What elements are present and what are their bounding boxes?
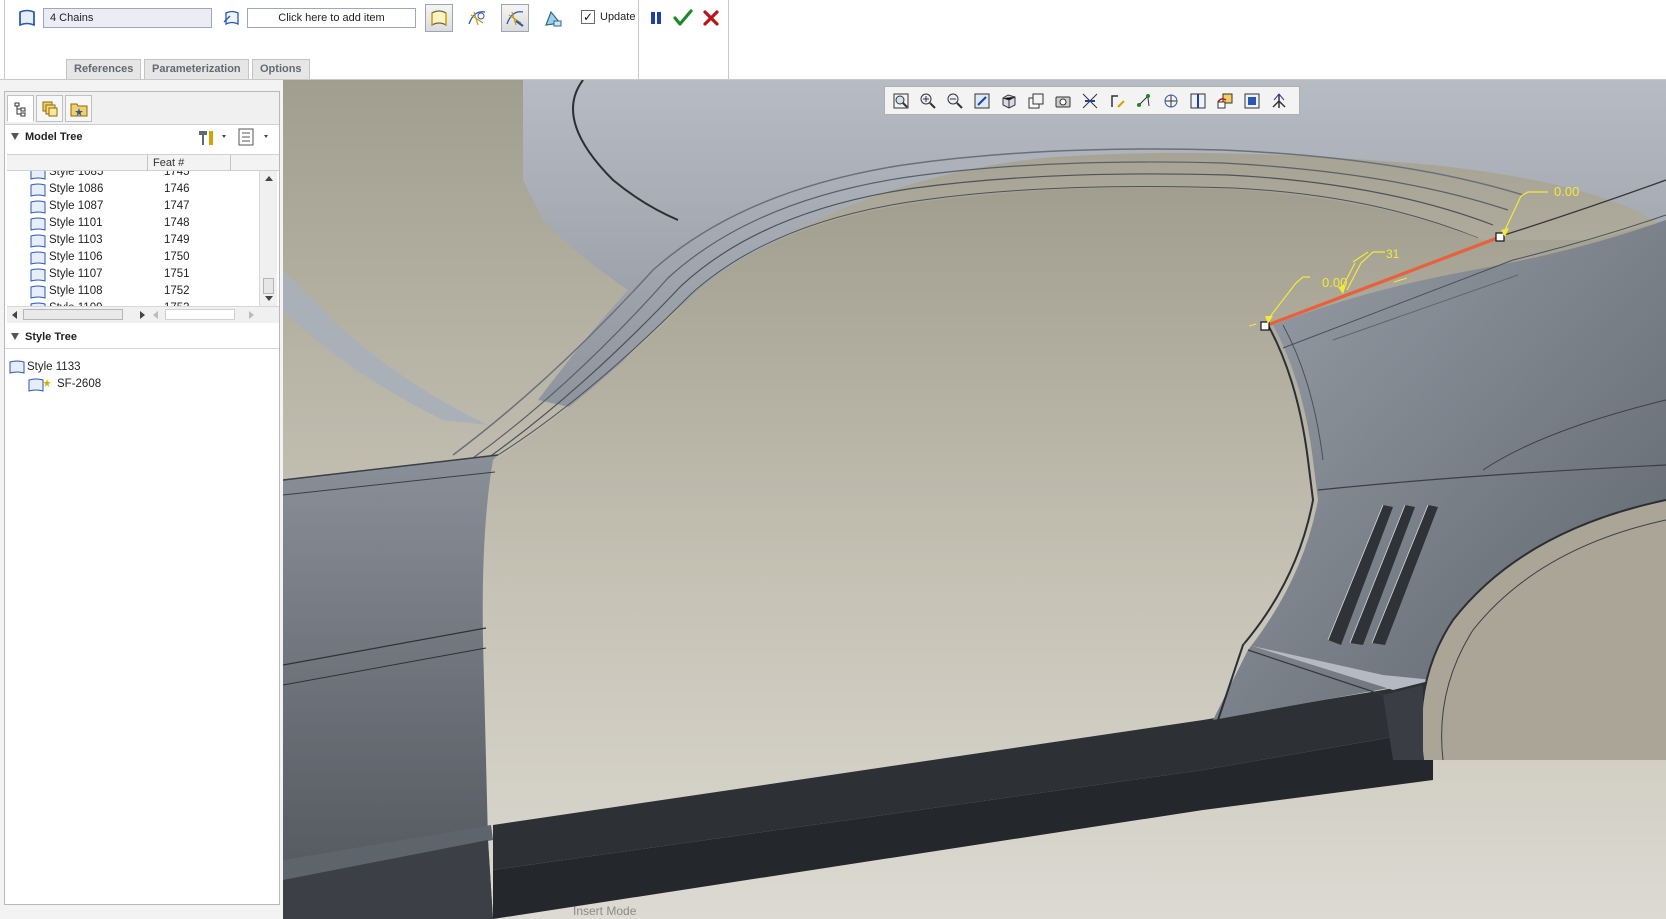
table-row[interactable]: Style 1086 1746: [7, 181, 259, 199]
second-direction-collector[interactable]: [247, 8, 416, 28]
row-feature-name: Style 1106: [49, 251, 103, 263]
table-row[interactable]: Style 1103 1749: [7, 232, 259, 250]
repaint-icon[interactable]: [970, 89, 994, 113]
first-direction-collector[interactable]: [43, 8, 212, 28]
surface-icon[interactable]: [463, 4, 491, 32]
orient-icon[interactable]: [1267, 89, 1291, 113]
car-body-model[interactable]: [283, 80, 1666, 919]
collapse-triangle-icon[interactable]: [11, 333, 19, 340]
update-label: Update: [600, 11, 636, 23]
row-feature-number: 1749: [164, 234, 190, 246]
model-tree-title: Model Tree: [25, 131, 83, 143]
row-feature-number: 1745: [164, 171, 190, 178]
graphics-toolbar: [884, 86, 1300, 115]
tab-parameterization[interactable]: Parameterization: [144, 59, 249, 79]
tree-column-header: Feat #: [7, 154, 279, 171]
folder-star-icon: [70, 103, 87, 116]
graphics-viewport[interactable]: 0.00 0.00 31 Insert Mode: [283, 80, 1666, 919]
row-feature-number: 1750: [164, 251, 190, 263]
table-row[interactable]: Style 1087 1747: [7, 198, 259, 216]
row-feature-name: Style 1086: [49, 183, 104, 195]
vertical-scrollbar[interactable]: [259, 171, 277, 306]
row-feature-name: Style 1087: [49, 200, 104, 212]
model-tree-icon: [14, 102, 25, 116]
table-row[interactable]: Style 1101 1748: [7, 215, 259, 233]
row-feature-name: Style 1101: [49, 217, 103, 229]
collapse-triangle-icon[interactable]: [11, 133, 19, 140]
table-row[interactable]: Style 1108 1752: [7, 283, 259, 301]
folder-browser-tab[interactable]: [36, 95, 63, 122]
axis-display-icon[interactable]: [1105, 89, 1129, 113]
row-feature-name: Style 1108: [49, 285, 103, 297]
refit-icon[interactable]: [889, 89, 913, 113]
approx-blend-icon[interactable]: [501, 4, 529, 32]
tree-settings-icon[interactable]: [196, 127, 230, 147]
dimension-label-right[interactable]: 0.00: [1554, 184, 1579, 199]
dashboard-separator: [638, 0, 639, 80]
row-feature-number: 1748: [164, 217, 190, 229]
row-feature-number: 1752: [164, 285, 190, 297]
column-divider: [147, 155, 148, 171]
row-feature-number: 1746: [164, 183, 190, 195]
style-tree-child-icon: [28, 378, 52, 395]
zoom-out-icon[interactable]: [943, 89, 967, 113]
navigator-panel: Model Tree Feat # Style 1085 1745 Style 10…: [4, 91, 280, 905]
favorites-tab[interactable]: [65, 95, 92, 122]
row-feature-number: 1751: [164, 268, 190, 280]
style-tree-root-icon: [9, 360, 25, 377]
surface-curvature-icon[interactable]: [425, 4, 453, 32]
datum-display-icon[interactable]: [1078, 89, 1102, 113]
scroll-right-icon[interactable]: [140, 311, 145, 319]
table-row[interactable]: Style 1106 1750: [7, 249, 259, 267]
scroll-down-icon[interactable]: [265, 296, 273, 301]
scroll-up-icon[interactable]: [265, 176, 273, 181]
boundary-blend-icon[interactable]: [16, 7, 38, 29]
point-display-icon[interactable]: [1132, 89, 1156, 113]
layers-icon: [42, 101, 57, 116]
table-row[interactable]: Style 1107 1751: [7, 266, 259, 284]
checkmark-icon[interactable]: [672, 7, 694, 29]
row-feature-name: Style 1107: [49, 268, 103, 280]
section-icon[interactable]: [1186, 89, 1210, 113]
column-feat[interactable]: Feat #: [153, 157, 184, 169]
model-tree-tab[interactable]: [7, 95, 34, 122]
pause-icon[interactable]: [645, 7, 667, 29]
row-feature-name: Style 1085: [49, 171, 104, 178]
close-icon[interactable]: [700, 7, 722, 29]
tab-options[interactable]: Options: [252, 59, 310, 79]
model-tree-list: Style 1085 1745 Style 1086 1746 Style 1087 17…: [7, 171, 259, 306]
column-divider: [230, 155, 231, 171]
style-tree-root[interactable]: Style 1133: [27, 361, 81, 373]
style-tree-header[interactable]: Style Tree: [5, 325, 279, 349]
scroll-track[interactable]: [165, 309, 235, 320]
chain-collector-icon[interactable]: [221, 7, 243, 29]
feature-dashboard: ✓ Update References Parameterization Opt…: [0, 0, 1666, 80]
shading-icon[interactable]: [539, 4, 567, 32]
camera-icon[interactable]: [1051, 89, 1075, 113]
scroll-thumb[interactable]: [263, 278, 274, 294]
scroll-thumb[interactable]: [23, 309, 123, 320]
update-checkbox[interactable]: ✓: [581, 10, 595, 24]
scroll-right-icon[interactable]: [249, 311, 254, 319]
dimension-label-count[interactable]: 31: [1386, 247, 1399, 261]
scroll-left-icon[interactable]: [12, 311, 17, 319]
style-tree-title: Style Tree: [25, 331, 77, 343]
horizontal-scrollbar[interactable]: [7, 306, 279, 323]
zoom-in-icon[interactable]: [916, 89, 940, 113]
navigator-tabs: [5, 92, 279, 125]
style-tree-child[interactable]: SF-2608: [57, 378, 101, 390]
saved-views-icon[interactable]: [1024, 89, 1048, 113]
scroll-left-icon[interactable]: [153, 311, 158, 319]
tab-references[interactable]: References: [66, 59, 142, 79]
view-manager-icon[interactable]: [1213, 89, 1237, 113]
csys-display-icon[interactable]: [1159, 89, 1183, 113]
display-style-icon[interactable]: [997, 89, 1021, 113]
layers-display-icon[interactable]: [1240, 89, 1264, 113]
row-feature-name: Style 1103: [49, 234, 103, 246]
insert-mode-label: Insert Mode: [573, 904, 637, 918]
show-filter-icon[interactable]: [237, 127, 273, 147]
row-feature-number: 1747: [164, 200, 190, 212]
dimension-label-left[interactable]: 0.00: [1322, 275, 1347, 290]
